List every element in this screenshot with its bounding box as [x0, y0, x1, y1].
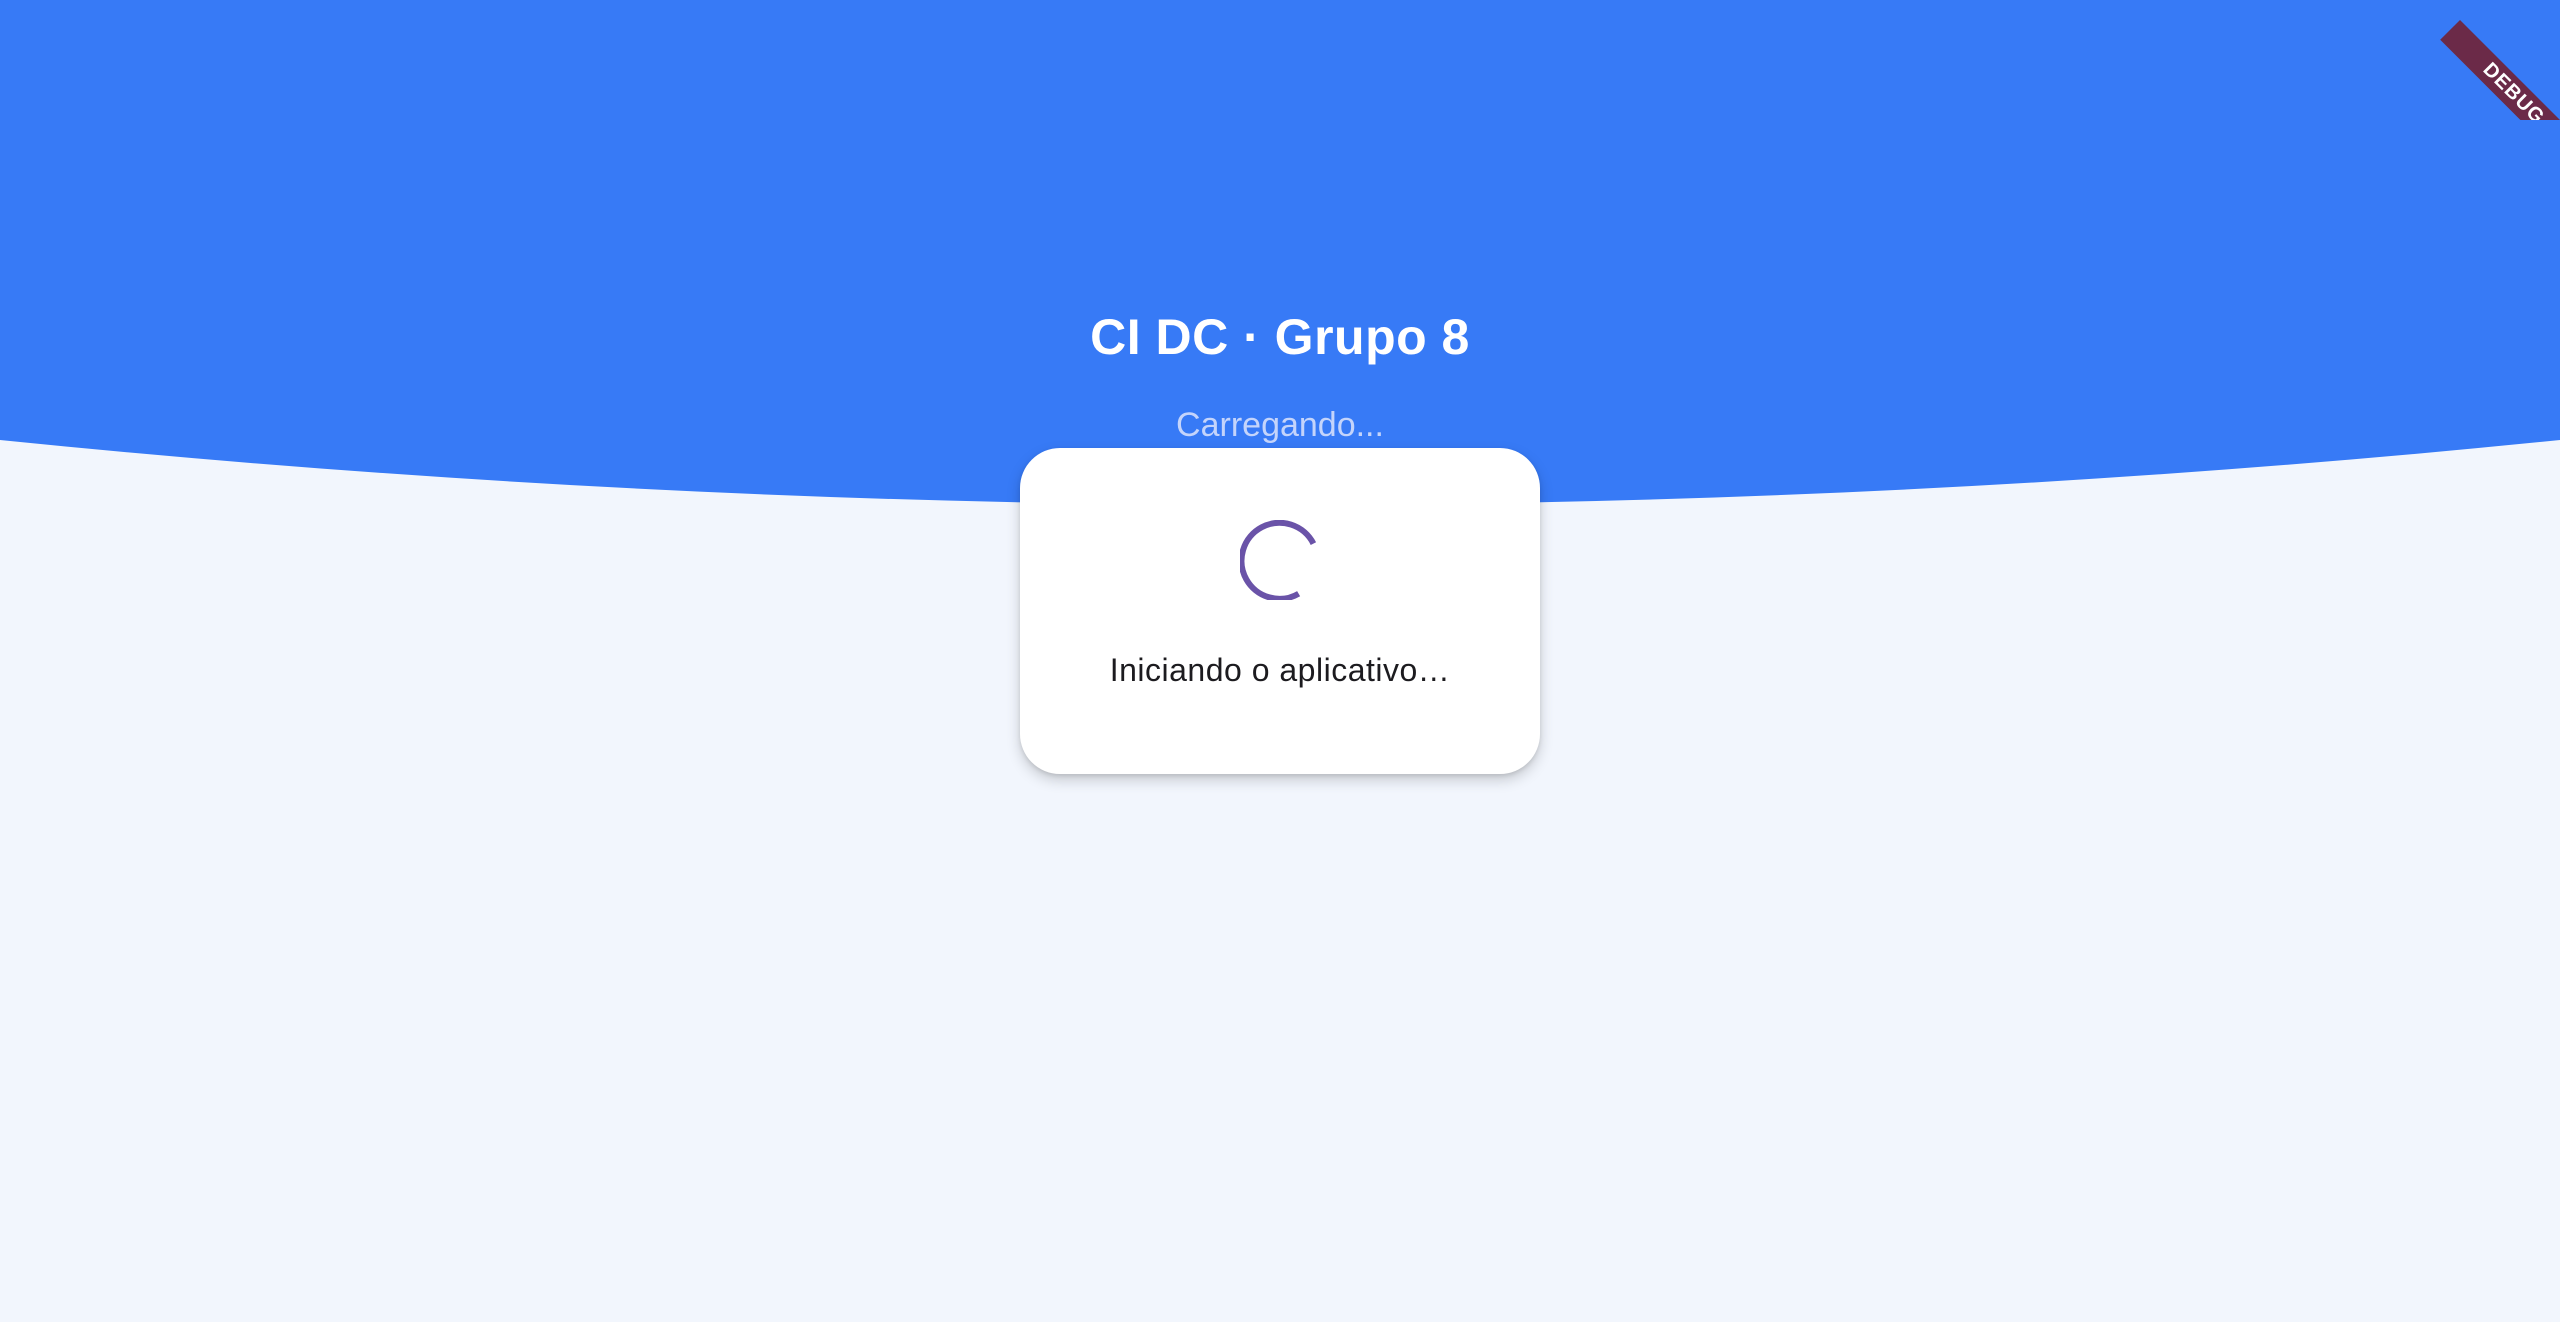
app-title: CI DC · Grupo 8: [1090, 309, 1470, 365]
loading-card: Iniciando o aplicativo…: [1020, 448, 1540, 774]
loading-subtitle: Carregando...: [1176, 406, 1384, 444]
loading-spinner-icon: [1238, 519, 1320, 602]
debug-banner-label: DEBUG: [2440, 20, 2560, 120]
debug-banner: DEBUG: [2440, 0, 2560, 120]
loading-message: Iniciando o aplicativo…: [1109, 652, 1451, 688]
splash-screen: CI DC · Grupo 8 Carregando... Iniciando …: [0, 0, 2560, 1322]
